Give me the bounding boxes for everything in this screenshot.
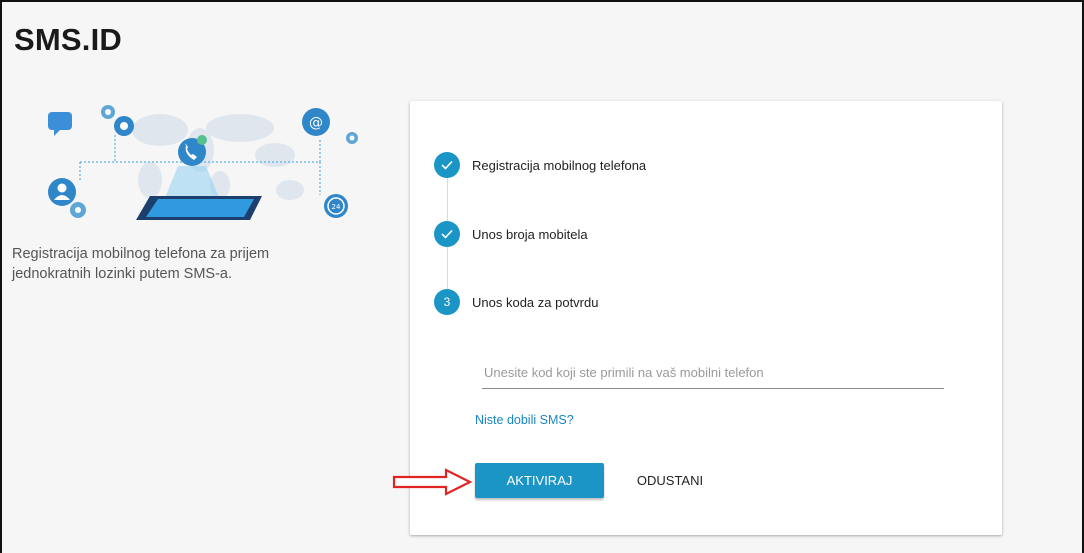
step-label: Registracija mobilnog telefona <box>472 157 647 173</box>
resend-sms-link[interactable]: Niste dobili SMS? <box>475 413 574 427</box>
check-icon <box>434 221 460 247</box>
red-arrow-icon <box>392 468 473 496</box>
step-confirmation-code: 3 Unos koda za potvrdu <box>434 289 598 315</box>
app-title: SMS.ID <box>14 22 122 57</box>
chat-icon <box>48 112 72 136</box>
gear-icon <box>101 105 134 136</box>
tablet-icon <box>136 196 262 220</box>
step-registration: Registracija mobilnog telefona <box>434 152 646 178</box>
svg-text:@: @ <box>309 115 323 131</box>
svg-text:24: 24 <box>332 203 341 211</box>
gear-icon <box>346 132 358 144</box>
intro-description: Registracija mobilnog telefona za prijem… <box>12 246 270 282</box>
registration-card: Registracija mobilnog telefona Unos broj… <box>410 101 1002 535</box>
step-connector <box>447 177 448 221</box>
step-label: Unos koda za potvrdu <box>472 294 599 310</box>
step-phone-number: Unos broja mobitela <box>434 221 588 247</box>
step-label: Unos broja mobitela <box>472 226 588 242</box>
user-icon <box>48 178 86 218</box>
clock-24-icon: 24 <box>324 194 348 218</box>
at-sign-icon: @ <box>302 108 330 136</box>
world-map-icon <box>132 114 304 200</box>
step-number: 3 <box>434 289 460 315</box>
step-connector <box>447 247 448 289</box>
activate-button[interactable]: AKTIVIRAJ <box>475 463 604 498</box>
check-icon <box>434 152 460 178</box>
confirmation-code-input[interactable] <box>482 357 944 389</box>
page-frame: SMS.ID @ 24 Registracija mobilnog telefo… <box>0 0 1084 553</box>
sms-illustration: @ 24 <box>48 105 358 220</box>
cancel-button[interactable]: ODUSTANI <box>624 463 716 498</box>
